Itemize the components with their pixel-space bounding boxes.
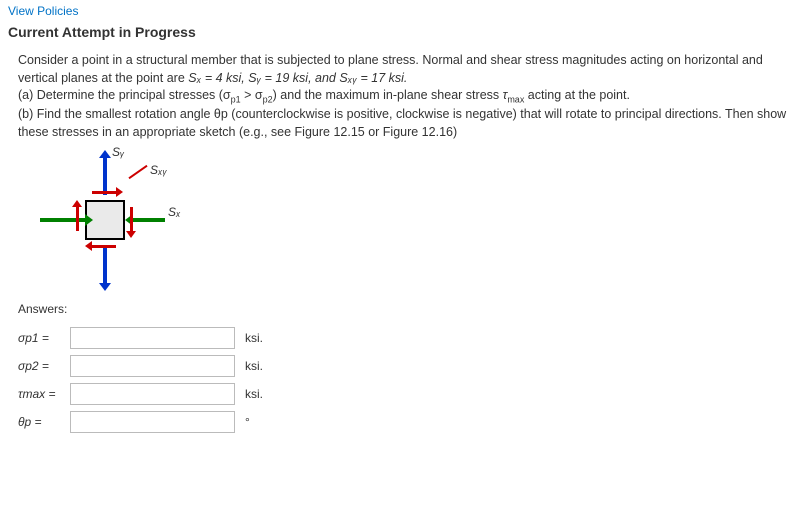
- shear-top: [92, 191, 116, 194]
- label-sxy: Sₓᵧ: [150, 163, 167, 177]
- sx-arrowhead-left: [85, 214, 93, 226]
- shear-pointer-line: [128, 165, 147, 179]
- answer-unit-sigma-p1: ksi.: [245, 331, 263, 345]
- problem-statement: Consider a point in a structural member …: [0, 48, 812, 145]
- answer-unit-tau-max: ksi.: [245, 387, 263, 401]
- answer-label-tau-max: τmax =: [18, 387, 70, 401]
- sx-arrow-right: [130, 218, 165, 222]
- sy-arrow-down: [103, 245, 107, 285]
- problem-values: Sₓ = 4 ksi, Sᵧ = 19 ksi, and Sₓᵧ = 17 ks…: [188, 71, 407, 85]
- problem-part-a: (a) Determine the principal stresses (σp…: [18, 88, 630, 102]
- shear-bottom: [92, 245, 116, 248]
- shear-top-arrowhead: [116, 187, 123, 197]
- answer-input-sigma-p1[interactable]: [70, 327, 235, 349]
- shear-right: [130, 207, 133, 231]
- answer-input-tau-max[interactable]: [70, 383, 235, 405]
- label-sx: Sₓ: [168, 205, 181, 219]
- answer-row-sigma-p2: σp2 = ksi.: [0, 352, 812, 380]
- answer-input-sigma-p2[interactable]: [70, 355, 235, 377]
- answer-label-theta-p: θp =: [18, 415, 70, 429]
- answer-row-tau-max: τmax = ksi.: [0, 380, 812, 408]
- answer-row-theta-p: θp = °: [0, 408, 812, 436]
- shear-left-arrowhead: [72, 200, 82, 207]
- answer-label-sigma-p1: σp1 =: [18, 331, 70, 345]
- answer-row-sigma-p1: σp1 = ksi.: [0, 324, 812, 352]
- label-sy: Sᵧ: [112, 145, 124, 159]
- answer-unit-sigma-p2: ksi.: [245, 359, 263, 373]
- answer-input-theta-p[interactable]: [70, 411, 235, 433]
- answers-heading: Answers:: [0, 300, 812, 324]
- stress-element-diagram: Sᵧ Sₓᵧ Sₓ: [0, 145, 812, 300]
- sy-arrowhead-down: [99, 283, 111, 291]
- shear-left: [76, 207, 79, 231]
- problem-part-b: (b) Find the smallest rotation angle θp …: [18, 107, 786, 139]
- view-policies-link[interactable]: View Policies: [0, 0, 812, 22]
- attempt-title: Current Attempt in Progress: [0, 22, 812, 48]
- shear-right-arrowhead: [126, 231, 136, 238]
- sy-arrow-up: [103, 155, 107, 195]
- answer-label-sigma-p2: σp2 =: [18, 359, 70, 373]
- shear-bottom-arrowhead: [85, 241, 92, 251]
- answer-unit-theta-p: °: [245, 415, 250, 429]
- sy-arrowhead-up: [99, 150, 111, 158]
